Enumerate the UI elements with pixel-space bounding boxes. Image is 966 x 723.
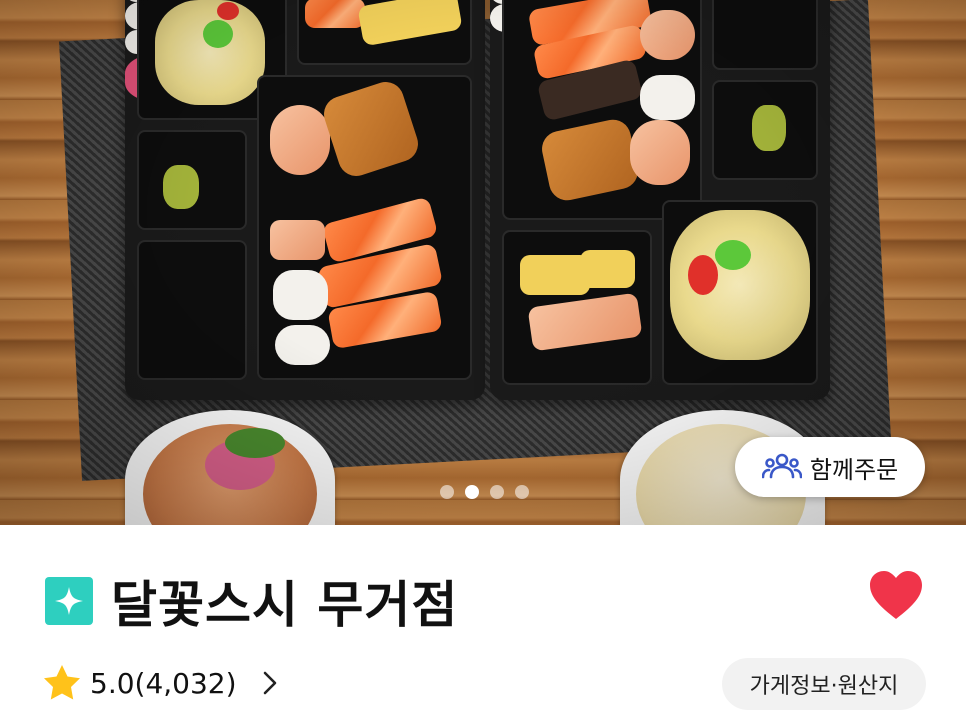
sushi-tray-right [490,0,830,400]
store-hero-image[interactable]: 함께주문 [0,0,966,525]
store-name: 달꽃스시 무거점 [111,576,459,634]
chevron-right-icon [263,671,276,695]
star-icon [44,665,80,700]
people-group-icon [761,453,802,479]
rating-text: 5.0(4,032) [90,666,237,700]
heart-icon[interactable] [868,569,924,621]
store-info-origin-button[interactable]: 가게정보·원산지 [722,658,926,710]
together-order-label: 함께주문 [809,455,899,484]
carousel-dot[interactable] [440,485,454,499]
rating-link[interactable]: 5.0(4,032) [42,663,281,703]
carousel-dot[interactable] [515,485,529,499]
sushi-tray-left [125,0,485,400]
carousel-dot-active[interactable] [465,485,479,499]
store-info-section: 달꽃스시 무거점 5.0(4,032) 가게정보·원산지 [0,525,966,723]
carousel-dot[interactable] [490,485,504,499]
sparkle-icon [45,577,93,625]
carousel-indicator [440,485,529,499]
together-order-button[interactable]: 함께주문 [735,437,925,497]
